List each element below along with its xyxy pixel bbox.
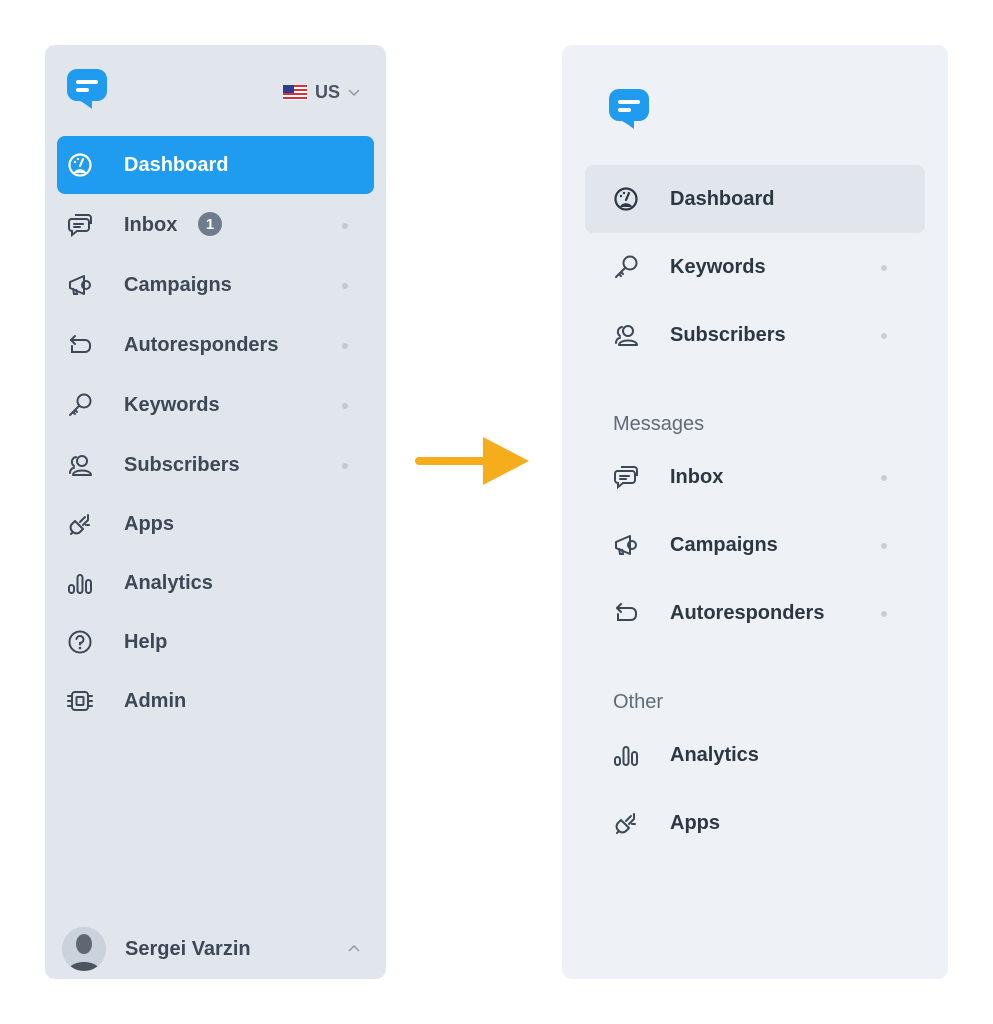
locale-label: US <box>315 81 341 102</box>
nav-campaigns[interactable]: Campaigns <box>57 256 374 314</box>
nav-keywords[interactable]: Keywords <box>57 376 374 434</box>
nav-apps[interactable]: Apps <box>585 789 925 857</box>
nav-dashboard[interactable]: Dashboard <box>57 136 374 194</box>
status-dot <box>881 333 887 339</box>
megaphone-icon <box>67 272 93 298</box>
nav-dashboard[interactable]: Dashboard <box>585 165 925 233</box>
nav-campaigns[interactable]: Campaigns <box>585 511 925 579</box>
nav-subscribers[interactable]: Subscribers <box>57 436 374 494</box>
nav-label: Help <box>124 631 168 653</box>
chevron-up-icon <box>348 943 360 955</box>
nav-label: Campaigns <box>670 534 778 556</box>
status-dot <box>342 283 348 289</box>
unread-count-badge: 1 <box>198 212 222 236</box>
nav-label: Analytics <box>124 572 213 594</box>
nav-keywords[interactable]: Keywords <box>585 233 925 301</box>
key-icon <box>613 254 639 280</box>
key-icon <box>67 392 93 418</box>
status-dot <box>342 223 348 229</box>
plug-icon <box>67 511 93 537</box>
nav-apps[interactable]: Apps <box>57 495 374 553</box>
sidebar-before: US Dashboard Inbox 1 Campaigns Autorespo… <box>45 45 386 979</box>
nav-label: Inbox <box>124 214 178 236</box>
reply-arrows-icon <box>67 332 93 358</box>
bar-chart-icon <box>67 570 93 596</box>
status-dot <box>881 543 887 549</box>
section-heading-messages: Messages <box>613 413 705 435</box>
user-menu[interactable]: Sergei Varzin <box>62 927 372 971</box>
chat-bubble-logo-icon[interactable] <box>66 67 108 109</box>
nav-inbox[interactable]: Inbox <box>585 443 925 511</box>
nav-label: Dashboard <box>670 188 775 210</box>
nav-label: Keywords <box>124 394 220 416</box>
status-dot <box>881 611 887 617</box>
nav-analytics[interactable]: Analytics <box>585 721 925 789</box>
status-dot <box>881 475 887 481</box>
chat-icon <box>613 464 639 490</box>
user-avatar <box>62 927 106 971</box>
megaphone-icon <box>613 532 639 558</box>
section-heading-other: Other <box>613 691 664 713</box>
chat-bubble-logo-icon[interactable] <box>608 87 650 129</box>
us-flag-icon <box>283 84 307 100</box>
nav-label: Analytics <box>670 744 759 766</box>
nav-help[interactable]: Help <box>57 613 374 671</box>
nav-analytics[interactable]: Analytics <box>57 554 374 612</box>
nav-admin[interactable]: Admin <box>57 672 374 730</box>
chat-icon <box>67 212 93 238</box>
speedometer-icon <box>613 186 639 212</box>
nav-label: Apps <box>670 812 720 834</box>
plug-icon <box>613 810 639 836</box>
nav-label: Autoresponders <box>670 602 825 624</box>
chevron-down-icon <box>348 89 360 96</box>
nav-label: Autoresponders <box>124 334 279 356</box>
status-dot <box>342 463 348 469</box>
status-dot <box>342 403 348 409</box>
reply-arrows-icon <box>613 600 639 626</box>
nav-inbox[interactable]: Inbox 1 <box>57 196 374 254</box>
speedometer-icon <box>67 152 93 178</box>
right-arrow-icon <box>413 434 531 488</box>
nav-autoresponders[interactable]: Autoresponders <box>57 316 374 374</box>
bar-chart-icon <box>613 742 639 768</box>
locale-selector[interactable]: US <box>283 81 360 103</box>
sidebar-after: Dashboard Keywords Subscribers Messages … <box>562 45 948 979</box>
nav-label: Campaigns <box>124 274 232 296</box>
users-icon <box>67 452 93 478</box>
users-icon <box>613 322 639 348</box>
nav-label: Dashboard <box>124 154 229 176</box>
user-name: Sergei Varzin <box>125 938 251 960</box>
nav-label: Subscribers <box>124 454 240 476</box>
nav-subscribers[interactable]: Subscribers <box>585 301 925 369</box>
status-dot <box>881 265 887 271</box>
chip-icon <box>67 688 93 714</box>
nav-label: Inbox <box>670 466 724 488</box>
status-dot <box>342 343 348 349</box>
question-circle-icon <box>67 629 93 655</box>
nav-label: Keywords <box>670 256 766 278</box>
nav-label: Subscribers <box>670 324 786 346</box>
nav-label: Apps <box>124 513 174 535</box>
nav-label: Admin <box>124 690 187 712</box>
nav-autoresponders[interactable]: Autoresponders <box>585 579 925 647</box>
